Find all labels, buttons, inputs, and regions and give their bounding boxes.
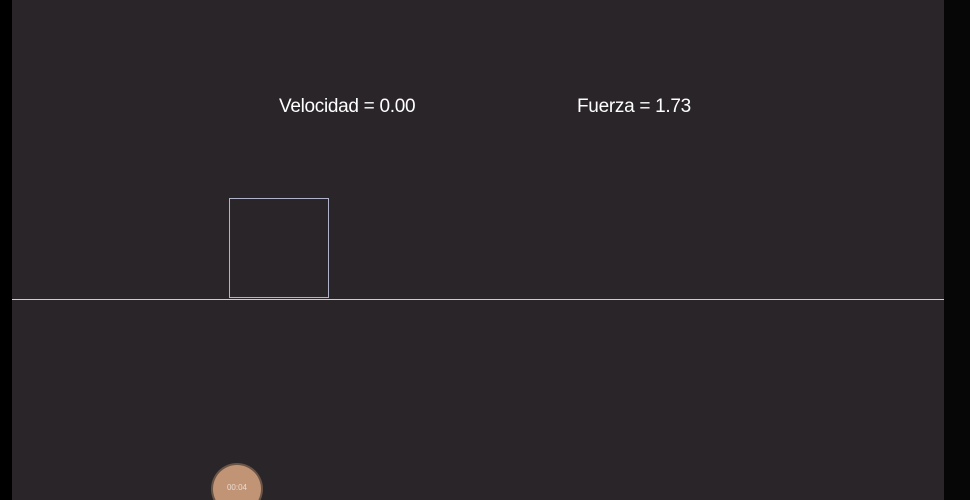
right-border [944, 0, 970, 500]
sliding-block [229, 198, 329, 298]
simulation-canvas: Velocidad = 0.00 Fuerza = 1.73 00:04 [12, 0, 944, 500]
simulation-scene [12, 198, 944, 300]
